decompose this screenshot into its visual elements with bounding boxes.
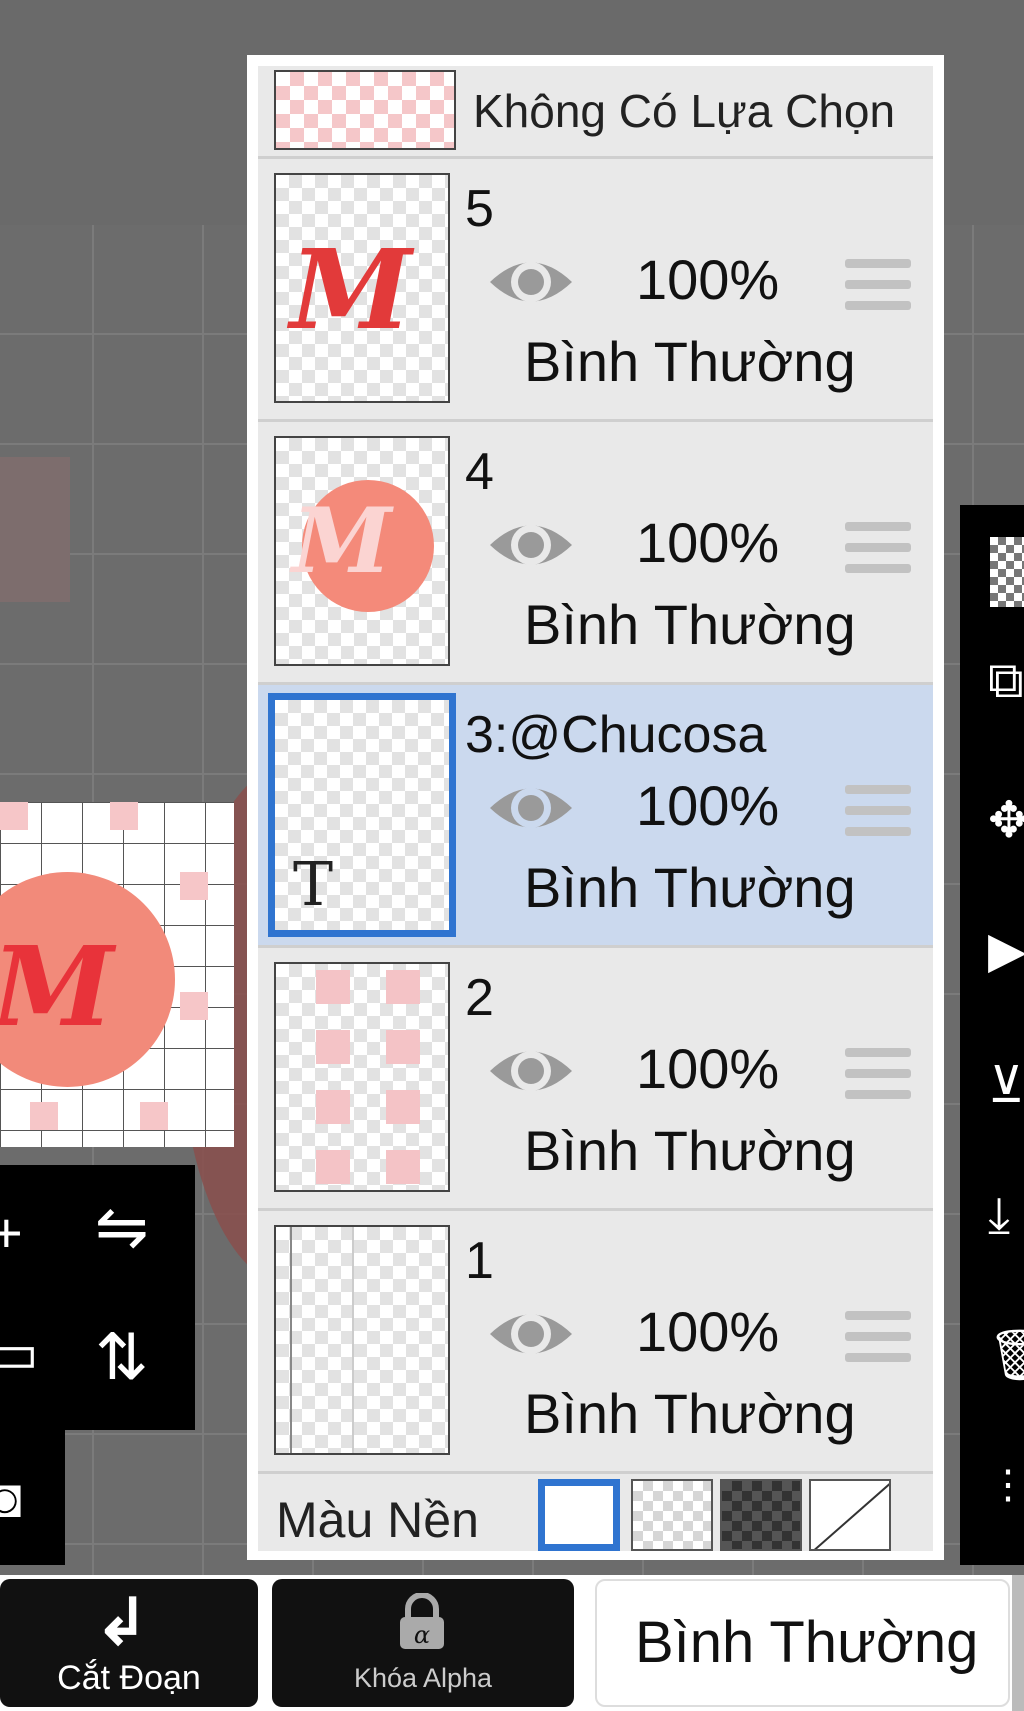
- thumb-pattern: [316, 1030, 350, 1064]
- thumb-pattern: [316, 970, 350, 1004]
- diagonal-line-icon: [814, 1483, 889, 1549]
- checkerboard-icon[interactable]: [990, 537, 1024, 607]
- preview-pattern: [0, 802, 28, 830]
- drag-handle-icon[interactable]: [845, 522, 911, 578]
- layer-name: 3:@Chucosa: [465, 706, 767, 764]
- thumb-pattern: [386, 1150, 420, 1184]
- background-label: Màu Nền: [276, 1492, 479, 1548]
- layer-blend-mode: Bình Thường: [524, 856, 856, 919]
- text-layer-icon: T: [293, 850, 334, 920]
- preview-pattern: [30, 1102, 58, 1130]
- layer-opacity[interactable]: 100%: [636, 247, 779, 312]
- preview-pattern: [180, 992, 208, 1020]
- background-dark-swatch[interactable]: [720, 1479, 802, 1551]
- layer-thumbnail: T: [268, 693, 456, 937]
- layer-row-1[interactable]: 1 100% Bình Thường: [258, 1211, 933, 1474]
- drag-handle-icon[interactable]: [845, 1048, 911, 1104]
- layer-transfer-icon[interactable]: ⧉: [988, 655, 1024, 705]
- eye-icon[interactable]: [486, 251, 576, 313]
- clipping-button[interactable]: ↲ Cắt Đoạn: [0, 1579, 258, 1707]
- preview-pattern: [180, 872, 208, 900]
- background-transparent-swatch[interactable]: [631, 1479, 713, 1551]
- clipping-label: Cắt Đoạn: [57, 1659, 201, 1697]
- thumb-pattern: [316, 1150, 350, 1184]
- layer-opacity[interactable]: 100%: [636, 1299, 779, 1364]
- clip-arrow-icon: ↲: [95, 1586, 149, 1658]
- thumb-pattern: [386, 970, 420, 1004]
- layer-thumbnail: M: [274, 173, 450, 403]
- layer-panel: Không Có Lựa Chọn M 5 100% Bình Thường M…: [247, 55, 944, 1560]
- layer-row-5[interactable]: M 5 100% Bình Thường: [258, 159, 933, 422]
- layer-name: 4: [465, 443, 494, 501]
- scroll-edge: [1012, 1575, 1024, 1711]
- move-icon[interactable]: ✥: [988, 795, 1024, 845]
- selection-thumbnail: [274, 70, 456, 150]
- layer-name: 5: [465, 180, 494, 238]
- layer-row-2[interactable]: 2 100% Bình Thường: [258, 948, 933, 1211]
- thumb-lettering: M: [290, 225, 412, 354]
- merge-down-icon[interactable]: ⤓: [988, 1190, 1010, 1240]
- thumb-pattern: [386, 1030, 420, 1064]
- layer-blend-mode: Bình Thường: [524, 1382, 856, 1445]
- selection-label: Không Có Lựa Chọn: [473, 85, 896, 137]
- thumb-line: [290, 1227, 292, 1453]
- layer-blend-mode: Bình Thường: [524, 1119, 856, 1182]
- layer-name: 2: [465, 969, 494, 1027]
- svg-text:α: α: [414, 1621, 430, 1649]
- thumb-lettering: M: [292, 488, 392, 594]
- drag-handle-icon[interactable]: [845, 259, 911, 315]
- merge-icon[interactable]: ⊻: [988, 1060, 1024, 1110]
- flip-horizontal-icon[interactable]: ⇋: [95, 1195, 149, 1259]
- layer-opacity[interactable]: 100%: [636, 1036, 779, 1101]
- blend-mode-button[interactable]: Bình Thường: [595, 1579, 1010, 1707]
- layer-thumbnail: [274, 1225, 450, 1455]
- drag-handle-icon[interactable]: [845, 1311, 911, 1367]
- layer-opacity[interactable]: 100%: [636, 510, 779, 575]
- preview-lettering: M: [0, 922, 114, 1051]
- left-toolbar-lower: ◙: [0, 1430, 65, 1565]
- left-toolbar: + ⇋ ▭ ⇅: [0, 1165, 195, 1430]
- layer-duplicate-icon[interactable]: ▭: [0, 1325, 39, 1381]
- layer-thumbnail: M: [274, 436, 450, 666]
- layer-thumbnail: [274, 962, 450, 1192]
- selection-layer[interactable]: Không Có Lựa Chọn: [258, 66, 933, 159]
- thumb-line: [352, 1227, 354, 1453]
- layer-opacity[interactable]: 100%: [636, 773, 779, 838]
- flip-icon[interactable]: ▶: [988, 925, 1024, 975]
- background-color-row: Màu Nền: [258, 1461, 933, 1551]
- layer-blend-mode: Bình Thường: [524, 593, 856, 656]
- flip-vertical-icon[interactable]: ⇅: [95, 1325, 149, 1389]
- layer-name: 1: [465, 1232, 494, 1290]
- eye-icon[interactable]: [486, 514, 576, 576]
- thumb-pattern: [316, 1090, 350, 1124]
- thumb-pattern: [386, 1090, 420, 1124]
- bottom-bar: ↲ Cắt Đoạn α Khóa Alpha Bình Thường: [0, 1575, 1024, 1711]
- blend-mode-label: Bình Thường: [635, 1610, 979, 1675]
- layer-row-3[interactable]: T 3:@Chucosa 100% Bình Thường: [258, 685, 933, 948]
- background-white-swatch[interactable]: [538, 1479, 620, 1551]
- eye-icon[interactable]: [486, 1303, 576, 1365]
- lock-icon: α: [400, 1593, 444, 1649]
- preview-pattern: [140, 1102, 168, 1130]
- background-none-swatch[interactable]: [809, 1479, 891, 1551]
- drag-handle-icon[interactable]: [845, 785, 911, 841]
- alpha-lock-label: Khóa Alpha: [353, 1663, 493, 1693]
- layer-row-4[interactable]: M 4 100% Bình Thường: [258, 422, 933, 685]
- preview-pattern: [110, 802, 138, 830]
- canvas-artwork-fragment: [0, 457, 70, 602]
- eye-icon[interactable]: [486, 1040, 576, 1102]
- eye-icon[interactable]: [486, 777, 576, 839]
- navigator-preview[interactable]: M: [0, 802, 234, 1147]
- more-options-icon[interactable]: ⋮: [988, 1465, 1024, 1505]
- add-layer-icon[interactable]: +: [0, 1205, 23, 1261]
- right-toolbar: ⧉ ✥ ▶ ⊻ ⤓ 🗑 ⋮: [960, 505, 1024, 1565]
- layer-list: Không Có Lựa Chọn M 5 100% Bình Thường M…: [258, 66, 933, 1551]
- trash-icon[interactable]: 🗑: [988, 1330, 1024, 1380]
- alpha-lock-button[interactable]: α Khóa Alpha: [272, 1579, 574, 1707]
- layer-blend-mode: Bình Thường: [524, 330, 856, 393]
- camera-icon[interactable]: ◙: [0, 1470, 22, 1526]
